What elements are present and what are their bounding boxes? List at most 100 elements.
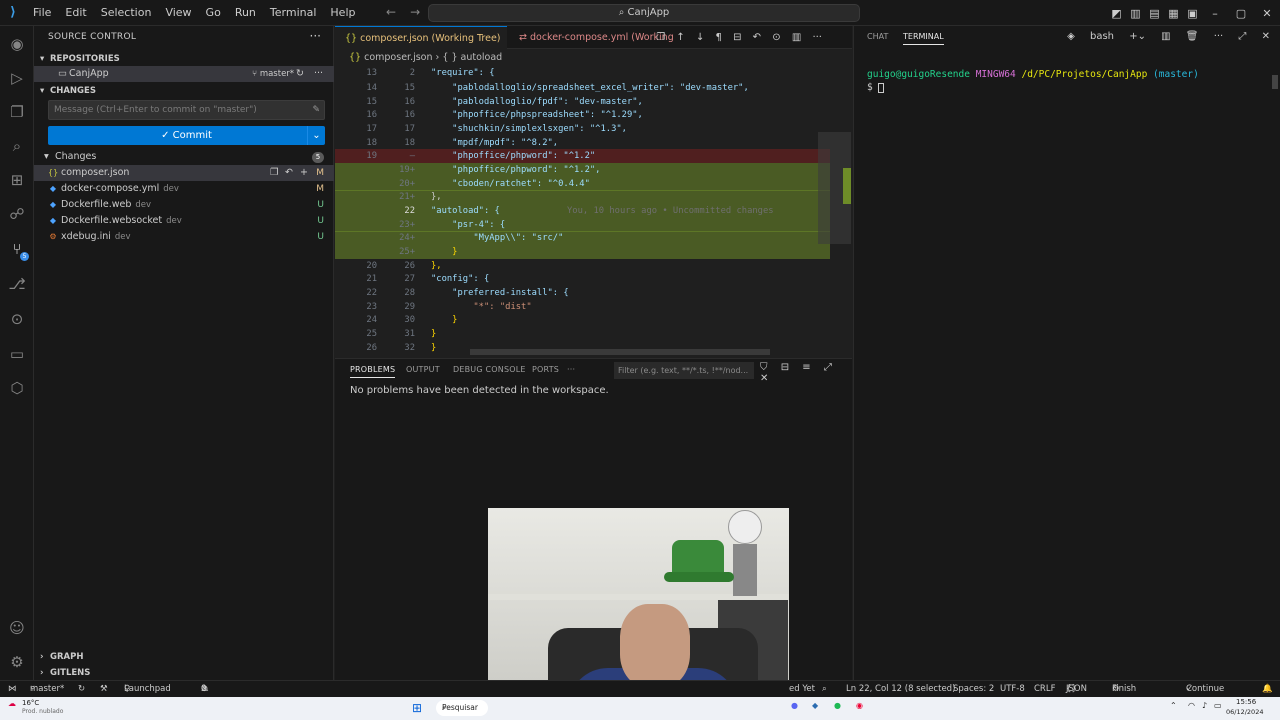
octopus-icon[interactable]: ☍ xyxy=(7,204,27,224)
tab-problems[interactable]: PROBLEMS xyxy=(350,365,396,378)
list-view-icon[interactable]: ≡ xyxy=(802,362,810,373)
spotify-icon[interactable]: ● xyxy=(834,701,841,710)
change-file-row[interactable]: ◆ docker-compose.yml dev M xyxy=(34,181,334,197)
maximize-panel-icon[interactable]: ⤢ xyxy=(824,362,832,373)
commit-message-input[interactable]: Message (Ctrl+Enter to commit on "master… xyxy=(48,100,325,120)
code-line[interactable]: 13 2 "require": { xyxy=(335,66,830,80)
end-of-line[interactable]: CRLF xyxy=(1034,681,1055,698)
shell-selector[interactable]: ◈ bash xyxy=(1055,31,1114,42)
git-graph-icon[interactable]: ⚒ xyxy=(100,681,108,698)
search-view-icon[interactable]: ⌕ xyxy=(7,136,27,156)
sync-icon[interactable]: ↻ xyxy=(78,681,85,698)
code-line[interactable]: 20 26}, xyxy=(335,259,830,273)
menu-terminal[interactable]: Terminal xyxy=(263,0,324,26)
code-line[interactable]: 25 31} xyxy=(335,327,830,341)
repo-branch[interactable]: ⑂ master* xyxy=(252,66,294,82)
code-line-added[interactable]: 20+ "cboden/ratchet": "^0.4.4" xyxy=(335,177,830,191)
horizontal-scrollbar[interactable] xyxy=(470,349,770,355)
zoom-icon[interactable]: ⌕ xyxy=(822,681,827,698)
maximize-window-icon[interactable]: ▢ xyxy=(1228,7,1254,20)
tab-output[interactable]: OUTPUT xyxy=(406,365,440,374)
tab-ports[interactable]: PORTS xyxy=(532,365,559,374)
explorer-icon[interactable]: ❐ xyxy=(7,102,27,122)
weather-icon[interactable]: ☁ xyxy=(8,699,16,708)
windows-start-icon[interactable]: ⊞ xyxy=(412,701,422,715)
diff-editor[interactable]: 13 2 "require": { 14 15 "pablodalloglio/spr… xyxy=(335,66,852,356)
commit-button[interactable]: ✓ Commit ⌄ xyxy=(48,126,325,145)
tab-chat[interactable]: CHAT xyxy=(867,32,888,41)
terminal-input-line[interactable]: $ xyxy=(867,82,885,93)
sync-icon[interactable]: ↻ xyxy=(296,66,304,82)
open-file-icon[interactable]: ❐ xyxy=(270,165,279,181)
close-panel-icon[interactable]: ✕ xyxy=(760,373,768,384)
revert-icon[interactable]: ↶ xyxy=(753,32,761,43)
discord-icon[interactable]: ● xyxy=(791,701,798,710)
gitlens-icon[interactable]: ⎇ xyxy=(7,274,27,294)
change-file-row[interactable]: ◆ Dockerfile.websocket dev U xyxy=(34,213,334,229)
change-file-row[interactable]: ⚙ xdebug.ini dev U xyxy=(34,229,334,245)
more-actions-icon[interactable]: ··· xyxy=(310,29,321,43)
indentation[interactable]: Spaces: 2 xyxy=(953,681,994,698)
code-line[interactable]: 24 30 } xyxy=(335,313,830,327)
encoding[interactable]: UTF-8 xyxy=(1000,681,1025,698)
stage-changes-icon[interactable]: + xyxy=(300,165,308,181)
menu-help[interactable]: Help xyxy=(323,0,362,26)
settings-gear-icon[interactable]: ⚙ xyxy=(7,652,27,672)
back-arrow-icon[interactable]: ← xyxy=(386,5,396,19)
battery-icon[interactable]: ▭ xyxy=(1214,701,1222,710)
status-item-partial[interactable]: ed Yet xyxy=(789,681,815,698)
changes-group[interactable]: ▾ Changes 5 xyxy=(34,149,334,165)
copilot-icon[interactable]: ◩ xyxy=(1107,7,1126,20)
minimize-window-icon[interactable]: – xyxy=(1202,7,1228,20)
split-editor-icon[interactable]: ▥ xyxy=(792,32,801,43)
code-line-added[interactable]: 25+ } xyxy=(335,245,830,259)
extensions-icon[interactable]: ⊞ xyxy=(7,170,27,190)
remote-explorer-icon[interactable]: ▭ xyxy=(7,344,27,364)
toggle-secondary-sidebar-icon[interactable]: ▦ xyxy=(1164,7,1183,20)
breadcrumb-symbol[interactable]: { } autoload xyxy=(442,52,502,63)
close-panel-icon[interactable]: ✕ xyxy=(1262,31,1270,42)
github-icon[interactable]: ⊙ xyxy=(7,309,27,329)
menu-edit[interactable]: Edit xyxy=(58,0,93,26)
tab-terminal[interactable]: TERMINAL xyxy=(903,32,944,45)
kill-terminal-icon[interactable]: 🗑 xyxy=(1186,31,1199,42)
code-line[interactable]: 15 16 "pablodalloglio/fpdf": "dev-master"… xyxy=(335,95,830,109)
remote-icon[interactable]: ◉ xyxy=(7,34,27,54)
breadcrumb[interactable]: {} composer.json › { } autoload xyxy=(335,50,852,66)
tab-composer-json[interactable]: {} composer.json (Working Tree) M ✕ xyxy=(335,26,507,67)
changes-section[interactable]: ▾ CHANGES xyxy=(34,82,334,100)
code-line-added[interactable]: 22 "autoload": {You, 10 hours ago • Uncom… xyxy=(335,204,830,218)
code-line-added[interactable]: 24+ "MyApp\\": "src/" xyxy=(335,231,830,245)
discard-changes-icon[interactable]: ↶ xyxy=(285,165,293,181)
new-terminal-icon[interactable]: +⌄ xyxy=(1129,31,1146,42)
close-window-icon[interactable]: ✕ xyxy=(1254,7,1280,20)
change-file-row[interactable]: ◆ Dockerfile.web dev U xyxy=(34,197,334,213)
menu-selection[interactable]: Selection xyxy=(94,0,159,26)
problems-filter-input[interactable]: Filter (e.g. text, **/*.ts, !**/nod... xyxy=(614,362,754,379)
terminal-more-icon[interactable]: ··· xyxy=(1214,31,1224,42)
filter-icon[interactable]: ⛉ xyxy=(760,362,768,373)
code-line[interactable]: 16 16 "phpoffice/phpspreadsheet": "^1.29"… xyxy=(335,108,830,122)
commit-dropdown-icon[interactable]: ⌄ xyxy=(307,126,325,145)
menu-view[interactable]: View xyxy=(158,0,198,26)
open-file-icon[interactable]: ❐ xyxy=(656,32,665,43)
inline-diff-icon[interactable]: ⊟ xyxy=(733,32,741,43)
panel-more-icon[interactable]: ··· xyxy=(567,365,575,374)
code-line-added[interactable]: 23+ "psr-4": { xyxy=(335,218,830,232)
terminal-scrollbar[interactable] xyxy=(1272,75,1278,89)
maximize-panel-icon[interactable]: ⤢ xyxy=(1238,31,1246,42)
arrow-up-icon[interactable]: ↑ xyxy=(676,32,684,43)
repo-more-icon[interactable]: ··· xyxy=(314,66,323,82)
breadcrumb-file[interactable]: composer.json xyxy=(364,52,432,63)
code-line[interactable]: 22 28 "preferred-install": { xyxy=(335,286,830,300)
toggle-panel-icon[interactable]: ▤ xyxy=(1145,7,1164,20)
containers-icon[interactable]: ⬡ xyxy=(7,378,27,398)
account-icon[interactable]: ☺ xyxy=(7,618,27,638)
notifications-bell-icon[interactable]: 🔔 xyxy=(1262,681,1273,698)
cursor-position[interactable]: Ln 22, Col 12 (8 selected) xyxy=(846,681,955,698)
menu-run[interactable]: Run xyxy=(228,0,263,26)
remote-indicator-icon[interactable]: ⋈ xyxy=(8,681,17,698)
repository-row[interactable]: ▭ CanjApp ⑂ master* ↻ ··· xyxy=(34,66,334,82)
more-actions-icon[interactable]: ··· xyxy=(812,32,822,43)
code-line[interactable]: 14 15 "pablodalloglio/spreadsheet_excel_w… xyxy=(335,81,830,95)
